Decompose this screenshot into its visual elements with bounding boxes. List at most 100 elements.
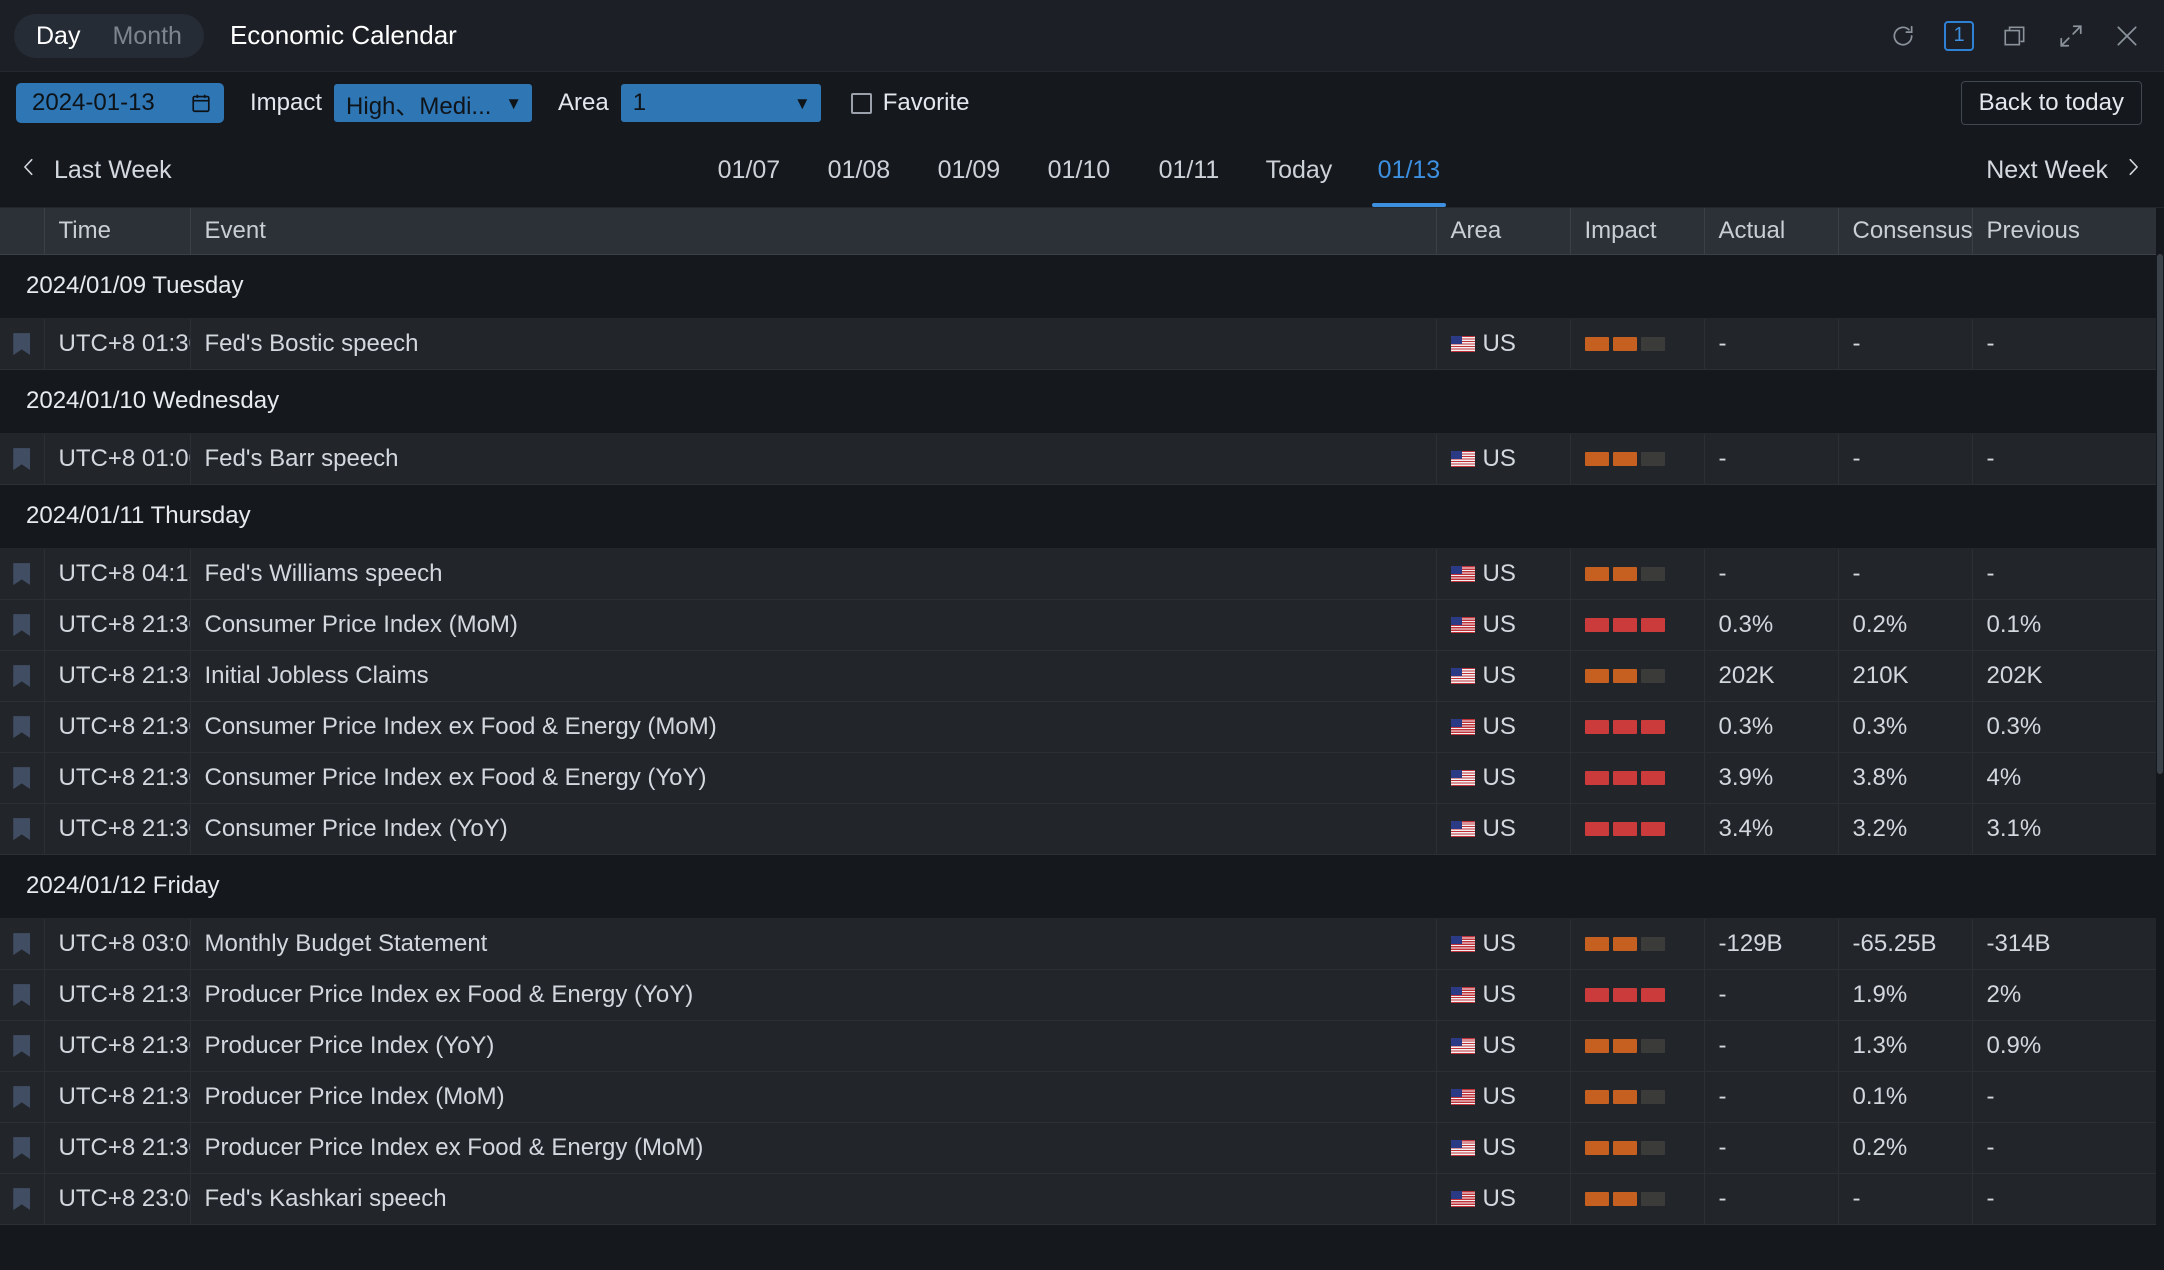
day-tab-0108[interactable]: 01/08 <box>804 134 914 207</box>
day-tab-0109[interactable]: 01/09 <box>914 134 1024 207</box>
cell-area: US <box>1436 752 1570 803</box>
next-week-button[interactable]: Next Week <box>1986 134 2144 207</box>
date-group-label: 2024/01/11 Thursday <box>0 484 2164 548</box>
col-header-actual: Actual <box>1704 208 1838 254</box>
impact-filter-select[interactable]: High、Medi... ▼ <box>334 84 532 122</box>
impact-bar <box>1613 1039 1637 1053</box>
bookmark-cell[interactable] <box>0 599 44 650</box>
cell-time: UTC+8 21:30 <box>44 1020 190 1071</box>
impact-indicator <box>1585 1021 1704 1071</box>
bookmark-cell[interactable] <box>0 1173 44 1224</box>
table-row[interactable]: UTC+8 21:30Consumer Price Index ex Food … <box>0 752 2164 803</box>
bookmark-cell[interactable] <box>0 969 44 1020</box>
cell-event: Consumer Price Index (YoY) <box>190 803 1436 854</box>
table-row[interactable]: UTC+8 21:30Consumer Price Index (MoM)US0… <box>0 599 2164 650</box>
vertical-scrollbar[interactable] <box>2156 208 2164 1270</box>
cell-previous: 2% <box>1972 969 2164 1020</box>
area-label: US <box>1483 560 1516 588</box>
bookmark-icon[interactable] <box>13 933 30 955</box>
restore-window-icon[interactable] <box>2000 21 2030 51</box>
bookmark-icon[interactable] <box>13 1188 30 1210</box>
bookmark-icon[interactable] <box>13 563 30 585</box>
bookmark-cell[interactable] <box>0 548 44 599</box>
table-row[interactable]: UTC+8 21:30Producer Price Index ex Food … <box>0 969 2164 1020</box>
close-icon[interactable] <box>2112 21 2142 51</box>
date-group-header: 2024/01/12 Friday <box>0 854 2164 918</box>
bookmark-cell[interactable] <box>0 1071 44 1122</box>
cell-time: UTC+8 21:30 <box>44 1122 190 1173</box>
bookmark-cell[interactable] <box>0 701 44 752</box>
cell-impact <box>1570 548 1704 599</box>
week-navigation: Last Week 01/07 01/08 01/09 01/10 01/11 … <box>0 134 2164 208</box>
bookmark-cell[interactable] <box>0 318 44 369</box>
table-row[interactable]: UTC+8 21:30Producer Price Index ex Food … <box>0 1122 2164 1173</box>
table-row[interactable]: UTC+8 04:15Fed's Williams speechUS--- <box>0 548 2164 599</box>
favorite-filter[interactable]: Favorite <box>851 89 970 117</box>
table-row[interactable]: UTC+8 03:00Monthly Budget StatementUS-12… <box>0 918 2164 969</box>
favorite-checkbox[interactable] <box>851 93 872 114</box>
bookmark-cell[interactable] <box>0 433 44 484</box>
impact-bar <box>1641 771 1665 785</box>
bookmark-cell[interactable] <box>0 1122 44 1173</box>
bookmark-icon[interactable] <box>13 665 30 687</box>
impact-bar <box>1585 1090 1609 1104</box>
area-filter-select[interactable]: 1 ▼ <box>621 84 821 122</box>
us-flag-icon <box>1451 936 1475 952</box>
bookmark-icon[interactable] <box>13 716 30 738</box>
impact-bar <box>1613 1090 1637 1104</box>
bookmark-cell[interactable] <box>0 1020 44 1071</box>
bookmark-icon[interactable] <box>13 1035 30 1057</box>
bookmark-icon[interactable] <box>13 448 30 470</box>
table-row[interactable]: UTC+8 21:30Producer Price Index (MoM)US-… <box>0 1071 2164 1122</box>
impact-bar <box>1613 567 1637 581</box>
bookmark-cell[interactable] <box>0 752 44 803</box>
view-mode-day[interactable]: Day <box>20 19 96 53</box>
cell-consensus: 3.8% <box>1838 752 1972 803</box>
bookmark-cell[interactable] <box>0 918 44 969</box>
table-row[interactable]: UTC+8 21:30Consumer Price Index ex Food … <box>0 701 2164 752</box>
bookmark-icon[interactable] <box>13 614 30 636</box>
day-tab-0110[interactable]: 01/10 <box>1024 134 1134 207</box>
cell-consensus: - <box>1838 1173 1972 1224</box>
expand-icon[interactable] <box>2056 21 2086 51</box>
cell-area: US <box>1436 969 1570 1020</box>
table-row[interactable]: UTC+8 21:30Initial Jobless ClaimsUS202K2… <box>0 650 2164 701</box>
day-tab-today[interactable]: Today <box>1244 134 1354 207</box>
cell-event: Fed's Bostic speech <box>190 318 1436 369</box>
date-picker[interactable]: 2024-01-13 <box>16 83 224 123</box>
bookmark-cell[interactable] <box>0 650 44 701</box>
bookmark-icon[interactable] <box>13 818 30 840</box>
table-row[interactable]: UTC+8 21:30Producer Price Index (YoY)US-… <box>0 1020 2164 1071</box>
window-count-badge[interactable]: 1 <box>1944 21 1974 51</box>
day-tab-0113[interactable]: 01/13 <box>1354 134 1464 207</box>
refresh-icon[interactable] <box>1888 21 1918 51</box>
view-mode-month[interactable]: Month <box>96 19 197 53</box>
cell-time: UTC+8 21:30 <box>44 803 190 854</box>
impact-bar <box>1641 822 1665 836</box>
impact-bar <box>1641 1192 1665 1206</box>
day-tab-0107[interactable]: 01/07 <box>694 134 804 207</box>
table-row[interactable]: UTC+8 21:30Consumer Price Index (YoY)US3… <box>0 803 2164 854</box>
view-mode-switch[interactable]: Day Month <box>14 14 204 58</box>
bookmark-icon[interactable] <box>13 767 30 789</box>
back-to-today-button[interactable]: Back to today <box>1961 81 2142 125</box>
cell-impact <box>1570 969 1704 1020</box>
table-row[interactable]: UTC+8 23:00Fed's Kashkari speechUS--- <box>0 1173 2164 1224</box>
cell-previous: - <box>1972 1122 2164 1173</box>
bookmark-icon[interactable] <box>13 984 30 1006</box>
bookmark-icon[interactable] <box>13 1086 30 1108</box>
cell-area: US <box>1436 650 1570 701</box>
bookmark-icon[interactable] <box>13 1137 30 1159</box>
cell-time: UTC+8 21:30 <box>44 1071 190 1122</box>
cell-consensus: - <box>1838 318 1972 369</box>
scrollbar-thumb[interactable] <box>2157 254 2163 774</box>
last-week-button[interactable]: Last Week <box>18 134 172 207</box>
bookmark-icon[interactable] <box>13 333 30 355</box>
area-label: US <box>1483 930 1516 958</box>
bookmark-cell[interactable] <box>0 803 44 854</box>
cell-actual: - <box>1704 1071 1838 1122</box>
cell-event: Initial Jobless Claims <box>190 650 1436 701</box>
day-tab-0111[interactable]: 01/11 <box>1134 134 1244 207</box>
table-row[interactable]: UTC+8 01:30Fed's Bostic speechUS--- <box>0 318 2164 369</box>
table-row[interactable]: UTC+8 01:00Fed's Barr speechUS--- <box>0 433 2164 484</box>
